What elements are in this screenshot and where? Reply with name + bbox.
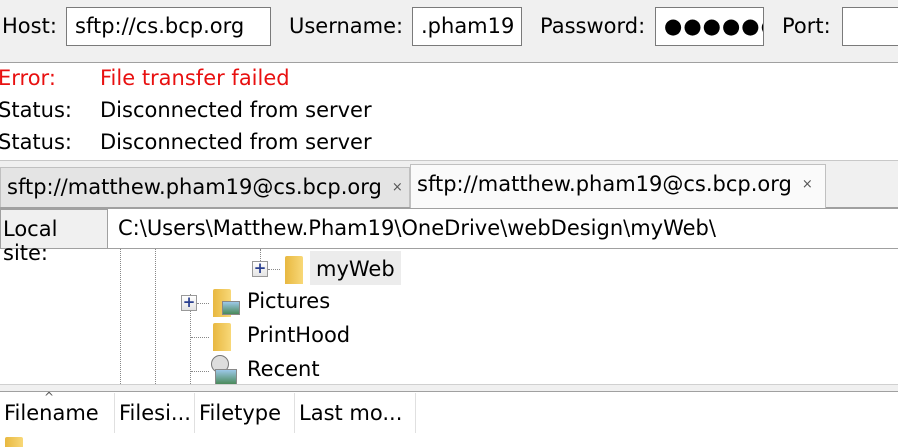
local-site-bar: Local site: C:\Users\Matthew.Pham19\OneD… bbox=[0, 209, 898, 265]
expand-icon[interactable]: + bbox=[252, 261, 268, 277]
tree-line bbox=[155, 249, 156, 384]
tab-bar: sftp://matthew.pham19@cs.bcp.org × sftp:/… bbox=[0, 160, 898, 209]
log-kind: Status: bbox=[0, 130, 72, 154]
close-icon[interactable]: × bbox=[392, 180, 403, 195]
close-icon[interactable]: × bbox=[802, 177, 813, 192]
host-label: Host: bbox=[2, 14, 57, 38]
tree-line bbox=[120, 249, 121, 384]
local-tree[interactable]: + myWeb + Pictures PrintHood Recent bbox=[0, 249, 898, 385]
column-filename[interactable]: Filename bbox=[0, 393, 115, 433]
tab-connection-1[interactable]: sftp://matthew.pham19@cs.bcp.org × bbox=[0, 167, 410, 207]
tab-label: sftp://matthew.pham19@cs.bcp.org bbox=[7, 175, 382, 199]
column-filesize[interactable]: Filesi... bbox=[115, 393, 195, 433]
image-icon bbox=[222, 301, 240, 315]
tree-line bbox=[191, 337, 209, 338]
log-kind: Error: bbox=[0, 66, 56, 90]
folder-icon bbox=[285, 256, 303, 284]
tree-item-recent[interactable]: Recent bbox=[247, 357, 320, 381]
log-text: Disconnected from server bbox=[100, 98, 372, 122]
column-last-modified[interactable]: Last mo... bbox=[295, 393, 416, 433]
folder-icon bbox=[213, 323, 231, 351]
password-input[interactable]: ●●●●●● bbox=[655, 7, 764, 46]
tree-item-myweb[interactable]: myWeb bbox=[310, 251, 401, 285]
message-log[interactable]: Error: File transfer failed Status: Discon… bbox=[0, 64, 898, 159]
host-input[interactable]: sftp://cs.bcp.org bbox=[66, 7, 271, 46]
log-text: File transfer failed bbox=[100, 66, 290, 90]
splitter[interactable] bbox=[0, 384, 898, 392]
tab-label: sftp://matthew.pham19@cs.bcp.org bbox=[417, 172, 792, 196]
quickconnect-bar: Host: sftp://cs.bcp.org Username: .pham1… bbox=[0, 0, 898, 63]
log-kind: Status: bbox=[0, 98, 72, 122]
username-input[interactable]: .pham19 bbox=[412, 7, 522, 46]
port-input[interactable] bbox=[842, 7, 898, 46]
log-text: Disconnected from server bbox=[100, 130, 372, 154]
tree-item-printhood[interactable]: PrintHood bbox=[247, 323, 350, 347]
local-site-path-input[interactable]: C:\Users\Matthew.Pham19\OneDrive\webDesi… bbox=[108, 209, 898, 249]
folder-icon bbox=[5, 437, 23, 447]
tree-line bbox=[191, 371, 209, 372]
username-label: Username: bbox=[289, 14, 404, 38]
local-site-label: Local site: bbox=[0, 209, 108, 265]
expand-icon[interactable]: + bbox=[181, 295, 197, 311]
port-label: Port: bbox=[782, 14, 831, 38]
column-filetype[interactable]: Filetype bbox=[195, 393, 295, 433]
tree-line bbox=[197, 303, 209, 304]
tab-connection-2[interactable]: sftp://matthew.pham19@cs.bcp.org × bbox=[410, 164, 826, 208]
tree-item-pictures[interactable]: Pictures bbox=[247, 289, 330, 313]
password-label: Password: bbox=[540, 14, 646, 38]
recent-icon bbox=[215, 369, 237, 385]
tree-line bbox=[268, 269, 280, 270]
